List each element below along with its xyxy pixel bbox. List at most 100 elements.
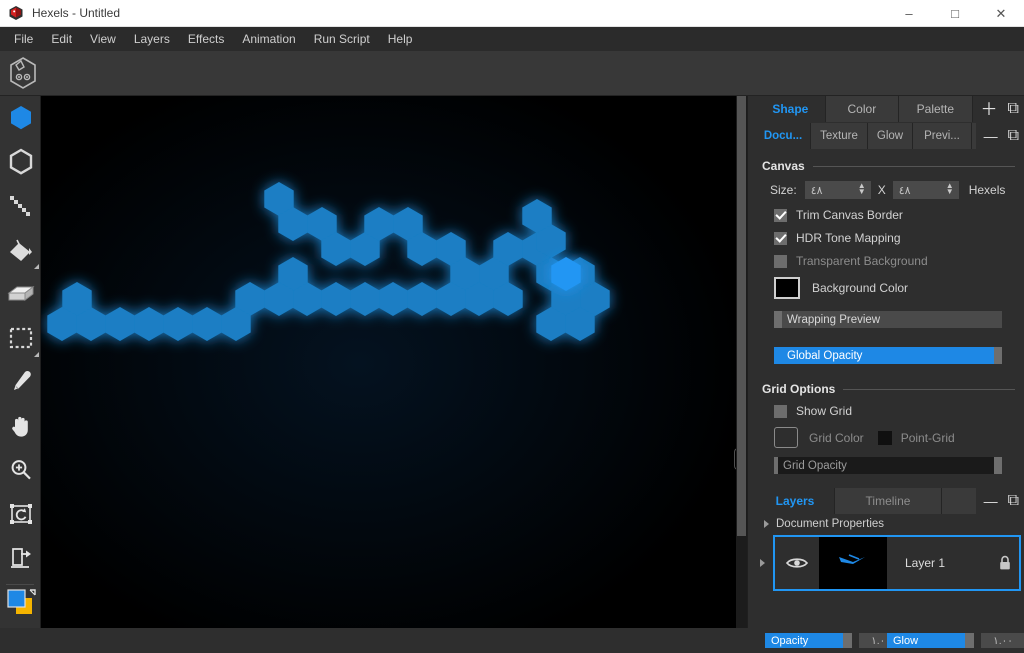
menu-help[interactable]: Help <box>379 29 422 49</box>
marquee-select-icon <box>7 324 35 352</box>
tab-preview[interactable]: Previ... <box>913 123 971 149</box>
menu-bar: File Edit View Layers Effects Animation … <box>0 27 1024 51</box>
menu-layers[interactable]: Layers <box>125 29 179 49</box>
float-panel-icon[interactable]: ⧉ <box>1008 493 1019 509</box>
add-panel-icon[interactable]: ＋ <box>981 101 998 118</box>
layer-glow-slider[interactable]: Glow <box>887 633 965 648</box>
hdr-tone-mapping-row[interactable]: HDR Tone Mapping <box>774 231 1024 245</box>
filled-hexel-tool[interactable] <box>0 96 41 140</box>
shape-3d-tool[interactable] <box>0 272 41 316</box>
close-button[interactable]: ✕ <box>978 0 1024 27</box>
layer-glow-handle[interactable] <box>965 633 974 648</box>
right-dock-panel: Shape Color Palette ＋ ⧉ Docu... Texture … <box>747 96 1024 653</box>
eyedropper-tool[interactable] <box>0 360 41 404</box>
transparent-background-row[interactable]: Transparent Background <box>774 254 1024 268</box>
menu-edit[interactable]: Edit <box>42 29 81 49</box>
layer-opacity-handle[interactable] <box>843 633 852 648</box>
hexels-application-window: Hexels - Untitled – □ ✕ File Edit View L… <box>0 0 1024 653</box>
menu-effects[interactable]: Effects <box>179 29 233 49</box>
vertical-scroll-thumb[interactable] <box>737 96 746 536</box>
transform-tool[interactable] <box>0 492 41 536</box>
color-swatches[interactable] <box>6 586 38 618</box>
layer-glow-value[interactable]: ١.٠٠ <box>981 633 1024 648</box>
background-color-row[interactable]: Background Color <box>774 277 1024 299</box>
wrapping-preview-slider[interactable]: Wrapping Preview <box>774 311 1002 328</box>
point-grid-label: Point-Grid <box>901 431 955 445</box>
tab-texture[interactable]: Texture <box>811 123 867 149</box>
chevron-right-icon[interactable] <box>764 520 769 528</box>
layer-opacity-slider[interactable]: Opacity <box>765 633 843 648</box>
grid-color-row[interactable]: Grid Color Point-Grid <box>774 427 1024 448</box>
tab-document[interactable]: Docu... <box>756 123 810 149</box>
foreground-background-swatch-icon[interactable] <box>6 586 40 620</box>
tool-flyout-indicator[interactable] <box>34 264 39 269</box>
canvas-width-value: ٤٨ <box>805 184 823 197</box>
canvas-viewport[interactable] <box>41 96 747 653</box>
menu-run-script[interactable]: Run Script <box>305 29 379 49</box>
outline-hexel-tool[interactable] <box>0 140 41 184</box>
hand-icon <box>7 412 35 440</box>
canvas-vertical-scrollbar[interactable] <box>736 96 747 634</box>
tab-palette[interactable]: Palette <box>899 96 971 122</box>
hexels-logo-icon <box>8 5 24 21</box>
layer-name-label[interactable]: Layer 1 <box>887 556 991 570</box>
table-row[interactable]: Layer 1 <box>773 535 1021 591</box>
export-tool[interactable] <box>0 536 41 580</box>
layer-expand-chevron-icon[interactable] <box>760 559 765 567</box>
menu-file[interactable]: File <box>5 29 42 49</box>
section-divider <box>843 389 1015 390</box>
layer-lock-toggle[interactable] <box>991 555 1019 571</box>
document-properties-row[interactable]: Document Properties <box>756 514 1024 533</box>
minimize-button[interactable]: – <box>886 0 932 27</box>
line-tool[interactable] <box>0 184 41 228</box>
tab-timeline[interactable]: Timeline <box>835 488 941 514</box>
grid-color-label: Grid Color <box>809 431 864 445</box>
tab-color[interactable]: Color <box>826 96 898 122</box>
background-color-swatch[interactable] <box>774 277 800 299</box>
canvas-width-stepper[interactable]: ▲▼ <box>858 183 866 195</box>
marquee-select-tool[interactable] <box>0 316 41 360</box>
transparent-background-checkbox[interactable] <box>774 255 787 268</box>
collapse-panel-icon[interactable]: — <box>984 494 998 508</box>
tool-rail-divider <box>6 584 34 585</box>
section-divider <box>813 166 1015 167</box>
trim-canvas-border-checkbox[interactable] <box>774 209 787 222</box>
tab-shape[interactable]: Shape <box>756 96 825 122</box>
eyedropper-icon <box>7 368 35 396</box>
menu-view[interactable]: View <box>81 29 125 49</box>
canvas-height-value: ٤٨ <box>893 184 911 197</box>
hex-brush-icon[interactable] <box>8 56 38 90</box>
point-grid-checkbox[interactable] <box>878 431 892 445</box>
canvas-height-stepper[interactable]: ▲▼ <box>946 183 954 195</box>
zoom-magnifier-icon <box>7 456 35 484</box>
canvas-width-input[interactable]: ٤٨ ▲▼ <box>805 181 871 199</box>
show-grid-checkbox[interactable] <box>774 405 787 418</box>
paint-bucket-tool[interactable] <box>0 228 41 272</box>
menu-animation[interactable]: Animation <box>233 29 304 49</box>
grid-color-swatch[interactable] <box>774 427 798 448</box>
tab-glow[interactable]: Glow <box>868 123 912 149</box>
canvas-height-input[interactable]: ٤٨ ▲▼ <box>893 181 959 199</box>
float-panel-icon[interactable]: ⧉ <box>1008 101 1019 117</box>
box-3d-icon <box>6 281 36 307</box>
float-panel-icon[interactable]: ⧉ <box>1008 128 1019 144</box>
global-opacity-slider[interactable]: Global Opacity <box>774 347 1002 364</box>
collapse-panel-icon[interactable]: — <box>984 129 998 143</box>
show-grid-row[interactable]: Show Grid <box>774 404 1024 418</box>
layer-visibility-toggle[interactable] <box>775 556 819 570</box>
wrapping-preview-handle[interactable] <box>774 311 782 328</box>
layer-opacity-label: Opacity <box>765 635 808 647</box>
hand-pan-tool[interactable] <box>0 404 41 448</box>
trim-canvas-border-row[interactable]: Trim Canvas Border <box>774 208 1024 222</box>
global-opacity-handle[interactable] <box>994 347 1002 364</box>
grid-opacity-handle[interactable] <box>994 457 1002 474</box>
paint-bucket-icon <box>7 236 35 264</box>
layer-thumbnail[interactable] <box>819 537 887 589</box>
maximize-button[interactable]: □ <box>932 0 978 27</box>
zoom-tool[interactable] <box>0 448 41 492</box>
tool-flyout-indicator[interactable] <box>34 352 39 357</box>
grid-opacity-slider[interactable]: Grid Opacity <box>774 457 1002 474</box>
hdr-tone-mapping-checkbox[interactable] <box>774 232 787 245</box>
tab-layers[interactable]: Layers <box>756 488 834 514</box>
primary-tab-row: Shape Color Palette ＋ ⧉ <box>756 96 1024 122</box>
